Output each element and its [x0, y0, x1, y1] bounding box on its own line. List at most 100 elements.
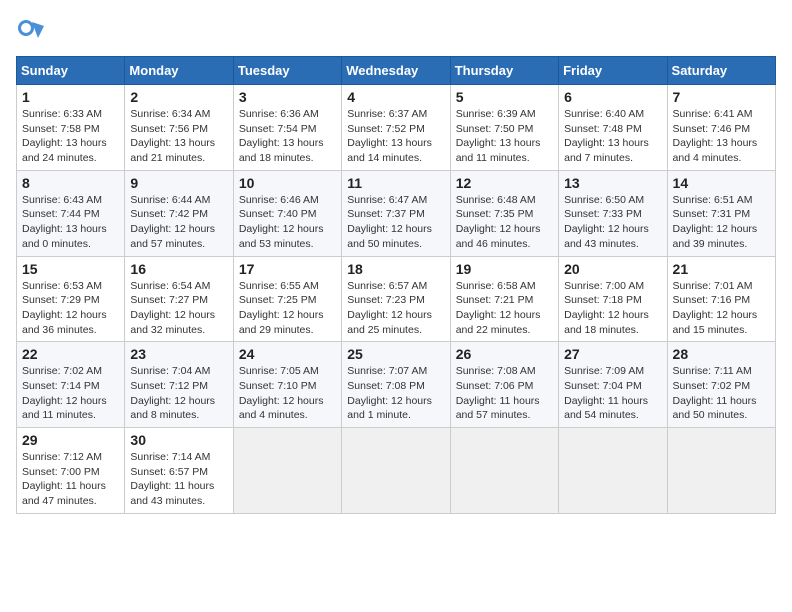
day-info: Sunrise: 6:44 AM Sunset: 7:42 PM Dayligh… — [130, 193, 227, 252]
day-number: 4 — [347, 89, 444, 105]
day-number: 3 — [239, 89, 336, 105]
calendar-day-cell: 19 Sunrise: 6:58 AM Sunset: 7:21 PM Dayli… — [450, 256, 558, 342]
day-number: 23 — [130, 346, 227, 362]
day-info: Sunrise: 6:41 AM Sunset: 7:46 PM Dayligh… — [673, 107, 770, 166]
calendar-day-cell: 12 Sunrise: 6:48 AM Sunset: 7:35 PM Dayli… — [450, 170, 558, 256]
calendar-day-cell — [667, 428, 775, 514]
day-number: 8 — [22, 175, 119, 191]
day-number: 21 — [673, 261, 770, 277]
weekday-header-cell: Tuesday — [233, 57, 341, 85]
calendar-week-row: 8 Sunrise: 6:43 AM Sunset: 7:44 PM Daylig… — [17, 170, 776, 256]
day-number: 19 — [456, 261, 553, 277]
day-number: 15 — [22, 261, 119, 277]
day-info: Sunrise: 6:46 AM Sunset: 7:40 PM Dayligh… — [239, 193, 336, 252]
day-info: Sunrise: 6:34 AM Sunset: 7:56 PM Dayligh… — [130, 107, 227, 166]
calendar-day-cell: 6 Sunrise: 6:40 AM Sunset: 7:48 PM Daylig… — [559, 85, 667, 171]
calendar-day-cell — [233, 428, 341, 514]
day-info: Sunrise: 7:01 AM Sunset: 7:16 PM Dayligh… — [673, 279, 770, 338]
calendar-day-cell: 28 Sunrise: 7:11 AM Sunset: 7:02 PM Dayli… — [667, 342, 775, 428]
day-info: Sunrise: 6:55 AM Sunset: 7:25 PM Dayligh… — [239, 279, 336, 338]
day-number: 6 — [564, 89, 661, 105]
weekday-header-cell: Friday — [559, 57, 667, 85]
day-info: Sunrise: 6:37 AM Sunset: 7:52 PM Dayligh… — [347, 107, 444, 166]
day-info: Sunrise: 7:09 AM Sunset: 7:04 PM Dayligh… — [564, 364, 661, 423]
day-number: 18 — [347, 261, 444, 277]
day-number: 9 — [130, 175, 227, 191]
calendar-day-cell — [450, 428, 558, 514]
day-info: Sunrise: 6:51 AM Sunset: 7:31 PM Dayligh… — [673, 193, 770, 252]
calendar-day-cell: 17 Sunrise: 6:55 AM Sunset: 7:25 PM Dayli… — [233, 256, 341, 342]
calendar-day-cell: 21 Sunrise: 7:01 AM Sunset: 7:16 PM Dayli… — [667, 256, 775, 342]
day-number: 2 — [130, 89, 227, 105]
calendar-day-cell: 8 Sunrise: 6:43 AM Sunset: 7:44 PM Daylig… — [17, 170, 125, 256]
calendar-day-cell: 3Sunrise: 6:36 AM Sunset: 7:54 PM Daylig… — [233, 85, 341, 171]
day-info: Sunrise: 6:48 AM Sunset: 7:35 PM Dayligh… — [456, 193, 553, 252]
day-info: Sunrise: 6:39 AM Sunset: 7:50 PM Dayligh… — [456, 107, 553, 166]
day-number: 13 — [564, 175, 661, 191]
calendar-day-cell: 11Sunrise: 6:47 AM Sunset: 7:37 PM Dayli… — [342, 170, 450, 256]
weekday-header-row: SundayMondayTuesdayWednesdayThursdayFrid… — [17, 57, 776, 85]
logo — [16, 16, 46, 44]
calendar-week-row: 1 Sunrise: 6:33 AM Sunset: 7:58 PM Daylig… — [17, 85, 776, 171]
calendar-day-cell: 4 Sunrise: 6:37 AM Sunset: 7:52 PM Daylig… — [342, 85, 450, 171]
calendar-day-cell: 20Sunrise: 7:00 AM Sunset: 7:18 PM Dayli… — [559, 256, 667, 342]
calendar-day-cell: 22 Sunrise: 7:02 AM Sunset: 7:14 PM Dayli… — [17, 342, 125, 428]
calendar-day-cell: 27 Sunrise: 7:09 AM Sunset: 7:04 PM Dayli… — [559, 342, 667, 428]
day-info: Sunrise: 7:11 AM Sunset: 7:02 PM Dayligh… — [673, 364, 770, 423]
day-info: Sunrise: 6:54 AM Sunset: 7:27 PM Dayligh… — [130, 279, 227, 338]
day-info: Sunrise: 7:08 AM Sunset: 7:06 PM Dayligh… — [456, 364, 553, 423]
weekday-header-cell: Monday — [125, 57, 233, 85]
day-info: Sunrise: 6:43 AM Sunset: 7:44 PM Dayligh… — [22, 193, 119, 252]
calendar-day-cell: 16 Sunrise: 6:54 AM Sunset: 7:27 PM Dayli… — [125, 256, 233, 342]
day-info: Sunrise: 6:40 AM Sunset: 7:48 PM Dayligh… — [564, 107, 661, 166]
calendar-week-row: 29Sunrise: 7:12 AM Sunset: 7:00 PM Dayli… — [17, 428, 776, 514]
day-number: 24 — [239, 346, 336, 362]
day-number: 16 — [130, 261, 227, 277]
logo-icon — [16, 16, 44, 44]
calendar-day-cell: 1 Sunrise: 6:33 AM Sunset: 7:58 PM Daylig… — [17, 85, 125, 171]
day-info: Sunrise: 7:04 AM Sunset: 7:12 PM Dayligh… — [130, 364, 227, 423]
calendar-day-cell: 7Sunrise: 6:41 AM Sunset: 7:46 PM Daylig… — [667, 85, 775, 171]
weekday-header-cell: Thursday — [450, 57, 558, 85]
calendar-day-cell: 29Sunrise: 7:12 AM Sunset: 7:00 PM Dayli… — [17, 428, 125, 514]
calendar-day-cell: 24 Sunrise: 7:05 AM Sunset: 7:10 PM Dayli… — [233, 342, 341, 428]
day-info: Sunrise: 7:12 AM Sunset: 7:00 PM Dayligh… — [22, 450, 119, 509]
calendar-day-cell: 23 Sunrise: 7:04 AM Sunset: 7:12 PM Dayli… — [125, 342, 233, 428]
day-number: 26 — [456, 346, 553, 362]
calendar-day-cell: 2 Sunrise: 6:34 AM Sunset: 7:56 PM Daylig… — [125, 85, 233, 171]
day-info: Sunrise: 6:50 AM Sunset: 7:33 PM Dayligh… — [564, 193, 661, 252]
calendar-day-cell: 26 Sunrise: 7:08 AM Sunset: 7:06 PM Dayli… — [450, 342, 558, 428]
calendar-day-cell: 15Sunrise: 6:53 AM Sunset: 7:29 PM Dayli… — [17, 256, 125, 342]
calendar-day-cell: 5 Sunrise: 6:39 AM Sunset: 7:50 PM Daylig… — [450, 85, 558, 171]
weekday-header-cell: Sunday — [17, 57, 125, 85]
day-info: Sunrise: 6:57 AM Sunset: 7:23 PM Dayligh… — [347, 279, 444, 338]
calendar-day-cell: 9 Sunrise: 6:44 AM Sunset: 7:42 PM Daylig… — [125, 170, 233, 256]
calendar-body: 1 Sunrise: 6:33 AM Sunset: 7:58 PM Daylig… — [17, 85, 776, 514]
day-info: Sunrise: 7:14 AM Sunset: 6:57 PM Dayligh… — [130, 450, 227, 509]
day-info: Sunrise: 6:33 AM Sunset: 7:58 PM Dayligh… — [22, 107, 119, 166]
calendar-week-row: 22 Sunrise: 7:02 AM Sunset: 7:14 PM Dayli… — [17, 342, 776, 428]
calendar-day-cell: 10Sunrise: 6:46 AM Sunset: 7:40 PM Dayli… — [233, 170, 341, 256]
day-number: 22 — [22, 346, 119, 362]
day-number: 1 — [22, 89, 119, 105]
day-info: Sunrise: 7:00 AM Sunset: 7:18 PM Dayligh… — [564, 279, 661, 338]
day-info: Sunrise: 7:02 AM Sunset: 7:14 PM Dayligh… — [22, 364, 119, 423]
day-number: 27 — [564, 346, 661, 362]
day-number: 12 — [456, 175, 553, 191]
day-info: Sunrise: 7:05 AM Sunset: 7:10 PM Dayligh… — [239, 364, 336, 423]
day-number: 28 — [673, 346, 770, 362]
day-number: 5 — [456, 89, 553, 105]
calendar-table: SundayMondayTuesdayWednesdayThursdayFrid… — [16, 56, 776, 514]
day-number: 11 — [347, 175, 444, 191]
weekday-header-cell: Wednesday — [342, 57, 450, 85]
day-number: 14 — [673, 175, 770, 191]
calendar-day-cell: 30 Sunrise: 7:14 AM Sunset: 6:57 PM Dayli… — [125, 428, 233, 514]
day-number: 30 — [130, 432, 227, 448]
day-info: Sunrise: 6:58 AM Sunset: 7:21 PM Dayligh… — [456, 279, 553, 338]
day-number: 17 — [239, 261, 336, 277]
page-header — [16, 16, 776, 44]
calendar-day-cell: 18 Sunrise: 6:57 AM Sunset: 7:23 PM Dayli… — [342, 256, 450, 342]
calendar-day-cell: 14 Sunrise: 6:51 AM Sunset: 7:31 PM Dayli… — [667, 170, 775, 256]
calendar-week-row: 15Sunrise: 6:53 AM Sunset: 7:29 PM Dayli… — [17, 256, 776, 342]
day-number: 25 — [347, 346, 444, 362]
